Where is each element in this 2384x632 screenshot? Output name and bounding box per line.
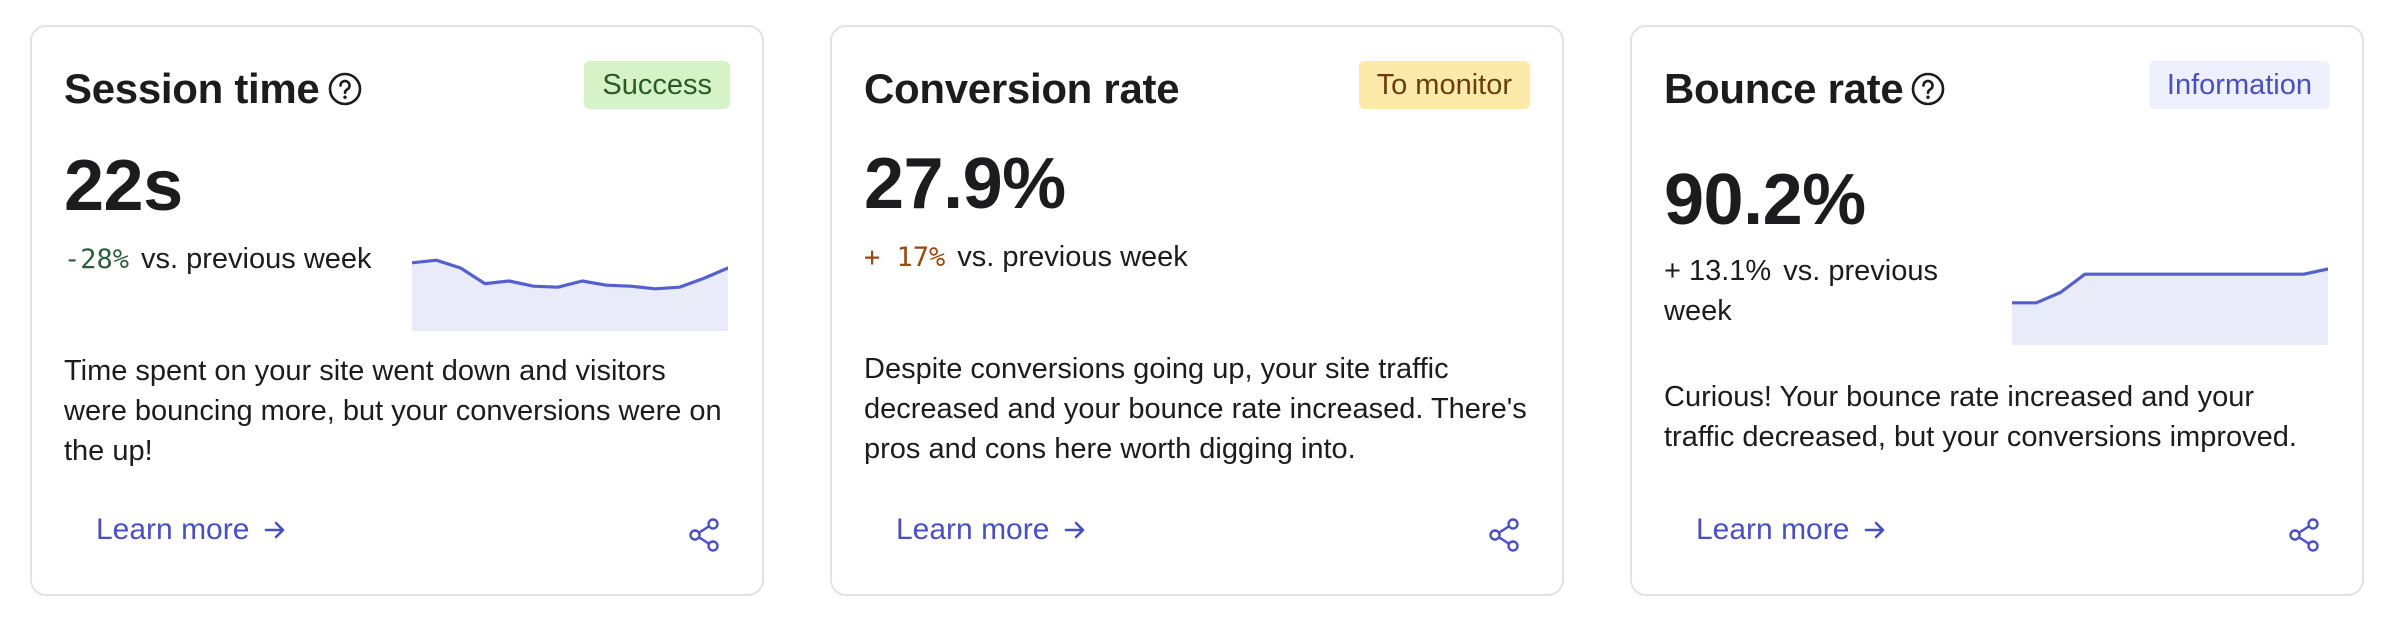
- delta-comparison: -28% vs. previous week: [64, 239, 394, 280]
- delta-label: vs. previous week: [957, 241, 1188, 273]
- card-title-text: Conversion rate: [864, 65, 1180, 112]
- learn-more-link[interactable]: Learn more: [896, 513, 1089, 547]
- conversion-rate-card: Conversion rate To monitor 27.9% + 17% vs…: [830, 25, 1564, 596]
- delta-comparison: + 17% vs. previous week: [864, 237, 1194, 278]
- learn-more-label: Learn more: [1696, 513, 1850, 546]
- sparkline-chart: [2012, 267, 2328, 345]
- card-title: Conversion rate: [864, 65, 1180, 113]
- learn-more-label: Learn more: [896, 513, 1050, 546]
- delta-value: + 13.1%: [1664, 255, 1772, 287]
- learn-more-label: Learn more: [96, 513, 250, 546]
- learn-more-link[interactable]: Learn more: [1696, 513, 1889, 547]
- help-icon[interactable]: [326, 70, 364, 108]
- share-icon[interactable]: [2284, 515, 2324, 555]
- learn-more-link[interactable]: Learn more: [96, 513, 289, 547]
- delta-value: -28%: [64, 244, 130, 275]
- metric-value: 90.2%: [1664, 160, 1866, 240]
- status-badge: Success: [584, 61, 730, 109]
- bounce-rate-card: Bounce rate Information 90.2% + 13.1% vs.…: [1630, 25, 2364, 596]
- share-icon[interactable]: [684, 515, 724, 555]
- insight-cards-row: Session time Success 22s -28% vs. previou…: [0, 0, 2384, 632]
- metric-value: 22s: [64, 146, 183, 226]
- metric-value: 27.9%: [864, 144, 1066, 224]
- arrow-right-icon: [1861, 516, 1889, 544]
- sparkline-area: [2012, 269, 2328, 345]
- status-badge: Information: [2148, 61, 2330, 109]
- share-icon[interactable]: [1484, 515, 1524, 555]
- arrow-right-icon: [261, 516, 289, 544]
- delta-comparison: + 13.1% vs. previous week: [1664, 251, 1994, 331]
- sparkline-chart: [412, 258, 728, 331]
- card-title: Bounce rate: [1664, 65, 1947, 113]
- sparkline-area: [412, 260, 728, 331]
- delta-label: vs. previous week: [141, 243, 372, 275]
- arrow-right-icon: [1061, 516, 1089, 544]
- card-description: Curious! Your bounce rate increased and …: [1664, 381, 2297, 453]
- card-description: Despite conversions going up, your site …: [864, 353, 1527, 465]
- status-badge: To monitor: [1358, 61, 1530, 109]
- help-icon[interactable]: [1909, 70, 1947, 108]
- card-title: Session time: [64, 65, 364, 113]
- card-title-text: Bounce rate: [1664, 65, 1904, 112]
- card-description: Time spent on your site went down and vi…: [64, 355, 722, 467]
- delta-value: + 17%: [864, 242, 946, 273]
- session-time-card: Session time Success 22s -28% vs. previou…: [30, 25, 764, 596]
- card-title-text: Session time: [64, 65, 320, 112]
